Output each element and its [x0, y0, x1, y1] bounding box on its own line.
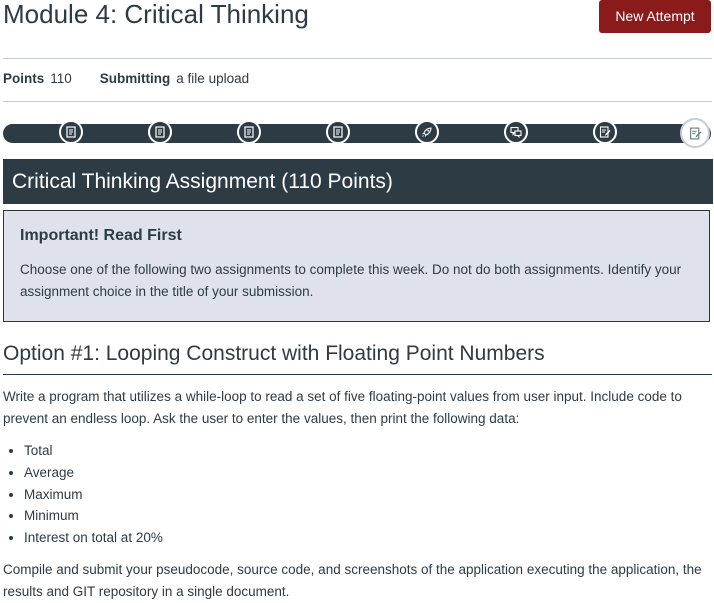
important-callout: Important! Read First Choose one of the … [3, 210, 710, 322]
list-item: Maximum [24, 484, 163, 506]
banner-title: Critical Thinking Assignment (110 Points… [12, 170, 393, 193]
points-label: Points [3, 71, 45, 86]
progress-step-8-current[interactable] [680, 118, 710, 148]
page-icon [154, 126, 166, 138]
option-1-heading: Option #1: Looping Construct with Floati… [3, 342, 545, 365]
discussion-icon [510, 126, 522, 138]
submitting-value: a file upload [176, 71, 250, 86]
page-title: Module 4: Critical Thinking [3, 0, 309, 29]
progress-step-6[interactable] [504, 120, 528, 144]
progress-step-2[interactable] [148, 120, 172, 144]
assignment-details: Points 110 Submitting a file upload [3, 71, 249, 86]
list-item: Total [24, 440, 163, 462]
option-1-intro: Write a program that utilizes a while-lo… [3, 389, 682, 426]
page-icon [332, 126, 344, 138]
progress-step-7[interactable] [593, 120, 617, 144]
list-item: Average [24, 462, 163, 484]
points-value: 110 [50, 71, 72, 86]
divider [3, 58, 712, 59]
option-1-outro: Compile and submit your pseudocode, sour… [3, 562, 702, 599]
progress-step-4[interactable] [326, 120, 350, 144]
heading-underline [3, 374, 712, 375]
assignment-icon [599, 126, 611, 138]
rocket-icon [421, 126, 433, 138]
divider [3, 101, 712, 102]
assignment-banner: Critical Thinking Assignment (110 Points… [3, 159, 713, 204]
list-item: Minimum [24, 505, 163, 527]
assignment-icon [689, 126, 702, 140]
page-icon [65, 126, 77, 138]
progress-step-5[interactable] [415, 120, 439, 144]
callout-body: Choose one of the following two assignme… [20, 262, 682, 299]
progress-step-3[interactable] [237, 120, 261, 144]
new-attempt-button[interactable]: New Attempt [599, 0, 711, 33]
submitting-label: Submitting [99, 71, 171, 86]
progress-step-1[interactable] [59, 120, 83, 144]
page-icon [243, 126, 255, 138]
assignment-header: Module 4: Critical Thinking New Attempt [0, 0, 714, 40]
list-item: Interest on total at 20% [24, 527, 163, 549]
output-requirements-list: Total Average Maximum Minimum Interest o… [3, 440, 163, 549]
callout-title: Important! Read First [20, 227, 182, 244]
